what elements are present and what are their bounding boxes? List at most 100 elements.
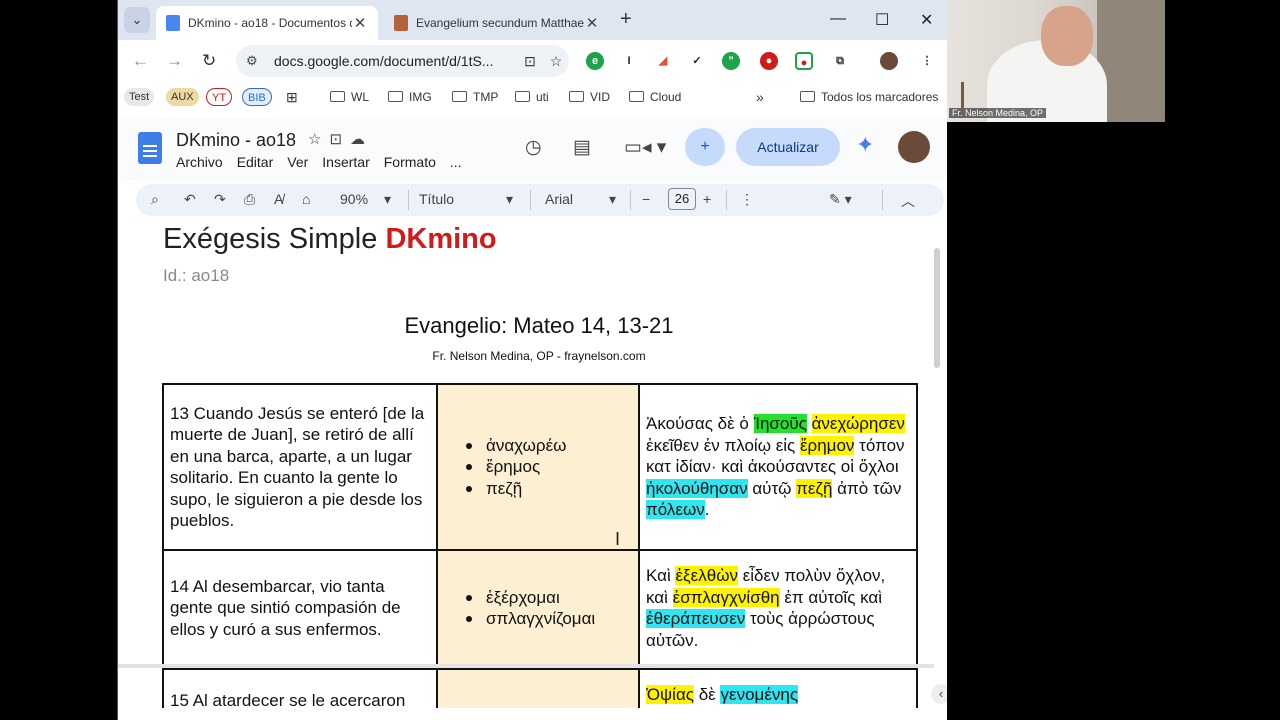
adblock-extension-icon[interactable]: ● bbox=[760, 52, 778, 70]
font-size-input[interactable]: 26 bbox=[668, 188, 696, 210]
move-folder-icon[interactable]: ⊡ bbox=[329, 131, 350, 148]
paint-format-icon[interactable]: ⌂ bbox=[302, 191, 310, 207]
meet-camera-icon[interactable]: ▭◂ ▾ bbox=[624, 136, 666, 159]
cursor-extension-icon[interactable]: I bbox=[620, 52, 638, 70]
menu-ver[interactable]: Ver bbox=[287, 154, 308, 170]
tab-docs[interactable]: DKmino - ao18 - Documentos de Google ✕ bbox=[156, 6, 378, 40]
lens-icon[interactable]: ⊡ bbox=[517, 53, 543, 70]
gemini-sparkle-icon[interactable]: ✦ bbox=[856, 132, 874, 158]
chevron-down-icon[interactable]: ▾ bbox=[609, 191, 616, 208]
comments-icon[interactable]: ▤ bbox=[573, 136, 591, 159]
exegesis-table-continued[interactable]: 15 Al atardecer se le acercaron Ὀψίας δὲ… bbox=[162, 668, 918, 708]
docs-logo-icon[interactable] bbox=[138, 132, 162, 164]
search-menus-icon[interactable]: ⌕ bbox=[151, 191, 159, 208]
url-text[interactable]: docs.google.com/document/d/1tS... bbox=[274, 53, 517, 69]
record-extension-icon[interactable]: ● bbox=[795, 52, 813, 70]
terms-cell[interactable] bbox=[436, 668, 640, 708]
all-bookmarks-folder[interactable]: Todos los marcadores bbox=[800, 88, 938, 106]
highlighted-greek-word: ἐσπλαγχνίσθη bbox=[672, 587, 780, 607]
undo-icon[interactable]: ↶ bbox=[184, 191, 196, 208]
spanish-cell[interactable]: 14 Al desembarcar, vio tanta gente que s… bbox=[162, 549, 438, 667]
vertical-scrollbar[interactable] bbox=[934, 248, 940, 368]
menu-editar[interactable]: Editar bbox=[237, 154, 274, 170]
folder-icon bbox=[800, 91, 815, 102]
redo-icon[interactable]: ↷ bbox=[214, 191, 226, 208]
menu-insertar[interactable]: Insertar bbox=[322, 154, 369, 170]
reload-icon[interactable]: ↻ bbox=[202, 51, 216, 71]
profile-avatar[interactable] bbox=[880, 52, 898, 70]
greek-text-cell[interactable]: Καὶ ἐξελθὼν εἶδεν πολὺν ὄχλον, καὶ ἐσπλα… bbox=[638, 549, 918, 667]
quote-extension-icon[interactable]: ” bbox=[722, 52, 740, 70]
cloud-status-icon[interactable]: ☁ bbox=[350, 131, 373, 148]
history-icon[interactable]: ◷ bbox=[525, 136, 542, 159]
back-icon[interactable]: ← bbox=[132, 51, 149, 71]
bookmark-folder-cloud[interactable]: Cloud bbox=[629, 88, 681, 106]
menu-more[interactable]: ... bbox=[450, 154, 462, 170]
highlighted-greek-word: ἐξελθὼν bbox=[675, 566, 738, 585]
scroll-page-left-icon[interactable]: ‹ bbox=[931, 684, 947, 704]
maximize-icon[interactable]: ☐ bbox=[875, 10, 889, 30]
folder-label: IMG bbox=[409, 90, 432, 104]
minimize-icon[interactable]: — bbox=[830, 10, 846, 28]
terms-cell[interactable]: ἀναχωρέω ἔρημος πεζῇ bbox=[436, 383, 640, 551]
tab-search-menu-icon[interactable]: ⌄ bbox=[124, 7, 150, 33]
bookmarks-overflow-icon[interactable]: » bbox=[756, 88, 764, 106]
apps-grid-icon[interactable]: ⊞ bbox=[286, 88, 298, 106]
spellcheck-icon[interactable]: A̸ bbox=[274, 191, 283, 207]
tab-evangelium[interactable]: Evangelium secundum Matthaeum ✕ bbox=[384, 6, 610, 40]
menu-formato[interactable]: Formato bbox=[384, 154, 436, 170]
site-info-icon[interactable]: ⚙ bbox=[246, 53, 268, 69]
decrease-font-size-icon[interactable]: − bbox=[642, 191, 650, 207]
paragraph-style-select[interactable]: Título bbox=[419, 191, 454, 207]
close-window-icon[interactable]: ✕ bbox=[920, 10, 933, 30]
more-options-icon[interactable]: ⋮ bbox=[740, 191, 754, 208]
increase-font-size-icon[interactable]: + bbox=[703, 191, 711, 207]
bookmark-bib[interactable]: BIB bbox=[242, 88, 272, 106]
forward-icon[interactable]: → bbox=[166, 51, 183, 71]
star-icon[interactable]: ☆ bbox=[308, 131, 329, 148]
bookmark-yt[interactable]: YT bbox=[206, 88, 233, 106]
document-heading[interactable]: Exégesis Simple DKmino bbox=[163, 223, 497, 256]
collapse-menus-icon[interactable]: ︿ bbox=[901, 191, 915, 211]
bookmark-star-icon[interactable]: ☆ bbox=[543, 53, 569, 70]
share-person-icon[interactable]: + bbox=[685, 128, 725, 166]
megaphone-extension-icon[interactable]: ◢ bbox=[654, 52, 672, 70]
bookmark-test[interactable]: Test bbox=[124, 88, 155, 106]
editing-mode-pencil-icon[interactable]: ✎ ▾ bbox=[829, 191, 852, 208]
spanish-cell[interactable]: 15 Al atardecer se le acercaron bbox=[162, 668, 438, 708]
chrome-menu-icon[interactable]: ⋮ bbox=[918, 52, 936, 70]
document-title[interactable]: DKmino - ao18 bbox=[176, 130, 296, 151]
print-icon[interactable]: ⎙ bbox=[244, 191, 255, 208]
bookmark-folder-img[interactable]: IMG bbox=[388, 88, 432, 106]
folder-icon bbox=[388, 91, 403, 102]
account-avatar[interactable] bbox=[898, 131, 930, 163]
font-select[interactable]: Arial bbox=[545, 191, 573, 207]
extensions-puzzle-icon[interactable]: ⧉ bbox=[831, 52, 849, 70]
menu-archivo[interactable]: Archivo bbox=[176, 154, 223, 170]
greek-text-cell[interactable]: Ὀψίας δὲ γενομένης bbox=[638, 668, 918, 708]
greek-text-cell[interactable]: Ἀκούσας δὲ ὁ Ἰησοῦς ἀνεχώρησεν ἐκεῖθεν ἐ… bbox=[638, 383, 918, 551]
check-extension-icon[interactable]: ✓ bbox=[688, 52, 706, 70]
chevron-down-icon[interactable]: ▾ bbox=[384, 191, 391, 208]
address-bar[interactable]: ⚙ docs.google.com/document/d/1tS... ⊡ ☆ bbox=[236, 45, 569, 77]
bookmark-folder-vid[interactable]: VID bbox=[569, 88, 610, 106]
exegesis-table[interactable]: 13 Cuando Jesús se enteró [de la muerte … bbox=[162, 383, 918, 667]
zoom-select[interactable]: 90% bbox=[340, 191, 368, 207]
author-line[interactable]: Fr. Nelson Medina, OP - fraynelson.com bbox=[118, 349, 947, 363]
gospel-title[interactable]: Evangelio: Mateo 14, 13-21 bbox=[118, 313, 947, 339]
bookmark-aux[interactable]: AUX bbox=[166, 88, 199, 106]
chevron-down-icon[interactable]: ▾ bbox=[506, 191, 513, 208]
document-id[interactable]: Id.: ao18 bbox=[163, 266, 229, 286]
update-button[interactable]: Actualizar bbox=[736, 128, 840, 166]
bookmark-folder-tmp[interactable]: TMP bbox=[452, 88, 498, 106]
close-tab-icon[interactable]: ✕ bbox=[352, 14, 368, 32]
spanish-cell[interactable]: 13 Cuando Jesús se enteró [de la muerte … bbox=[162, 383, 438, 551]
evernote-extension-icon[interactable]: e bbox=[586, 52, 604, 70]
bookmark-folder-wl[interactable]: WL bbox=[330, 88, 369, 106]
new-tab-icon[interactable]: + bbox=[620, 8, 632, 31]
bookmark-folder-uti[interactable]: uti bbox=[515, 88, 549, 106]
close-tab-icon[interactable]: ✕ bbox=[584, 14, 600, 32]
document-canvas[interactable]: Exégesis Simple DKmino Id.: ao18 Evangel… bbox=[118, 218, 947, 708]
terms-cell[interactable]: ἐξέρχομαι σπλαγχνίζομαι bbox=[436, 549, 640, 667]
highlighted-greek-word: Ὀψίας bbox=[646, 685, 694, 704]
